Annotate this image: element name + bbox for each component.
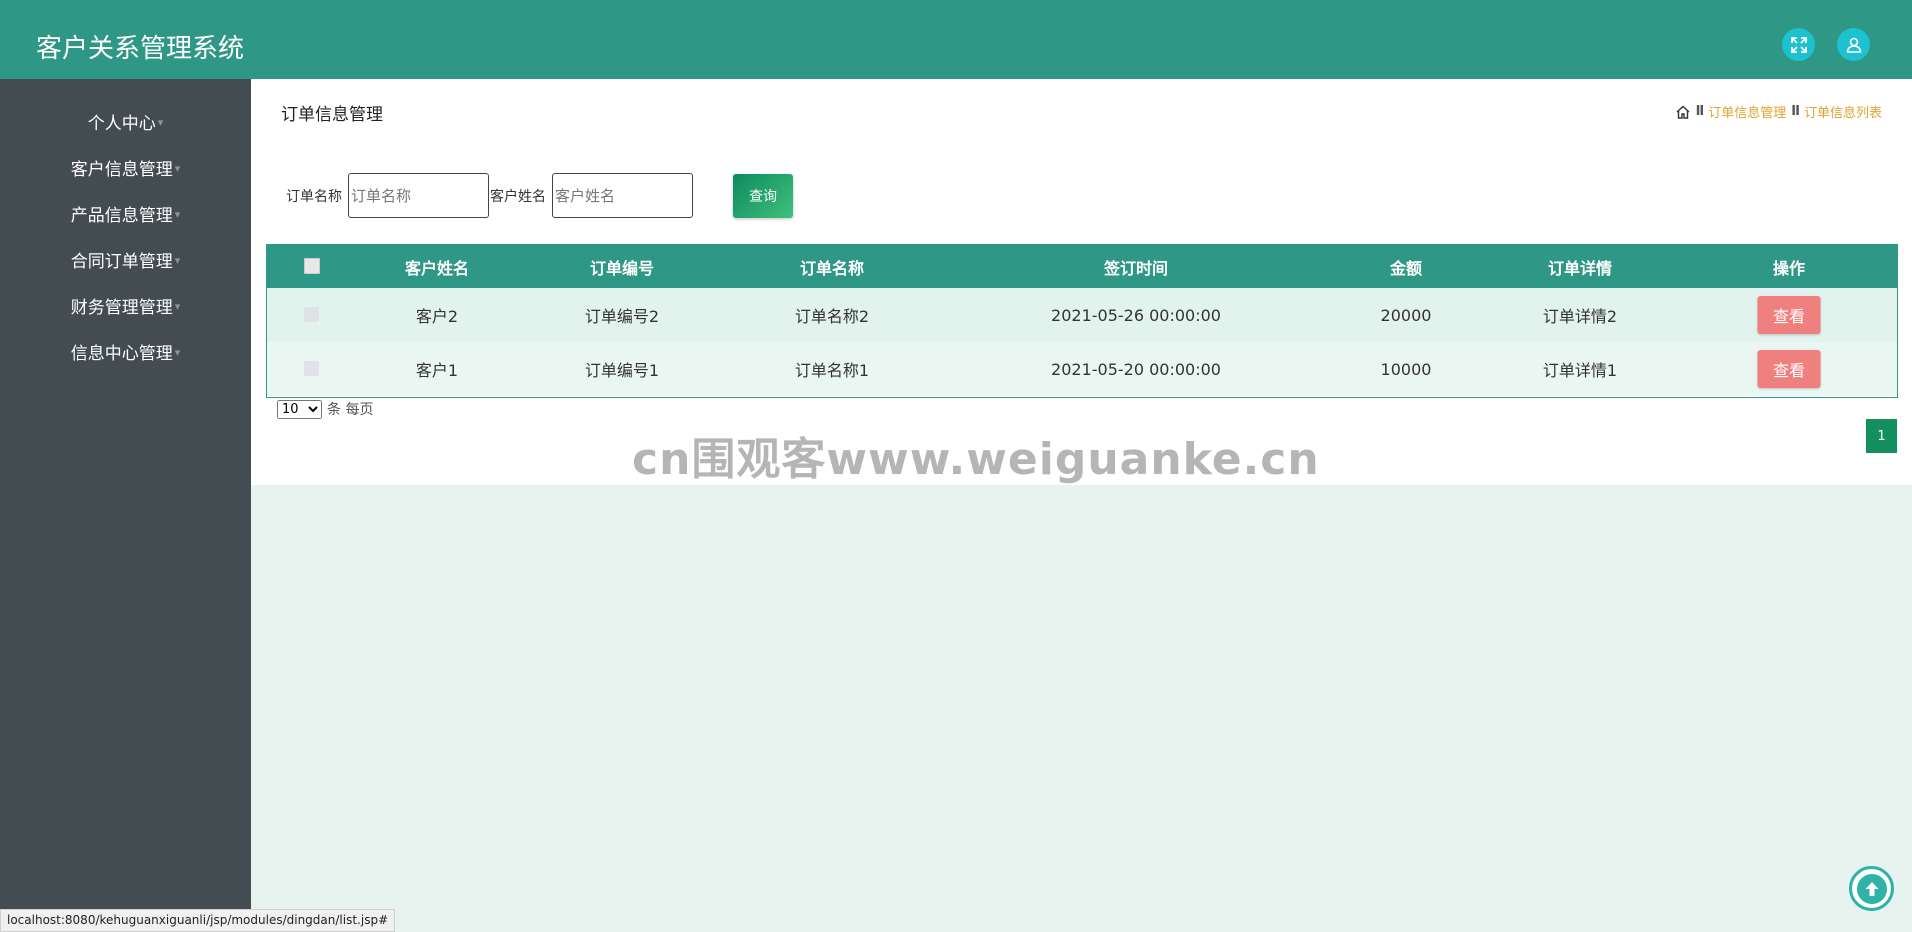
page-size-select[interactable]: 10 [277, 399, 322, 419]
column-header[interactable]: 订单详情 [1548, 245, 1612, 288]
sidebar-item-product-info[interactable]: 产品信息管理 ▾ [0, 198, 251, 228]
cell-customer: 客户1 [415, 361, 459, 380]
cell-order-name: 订单名称2 [794, 307, 870, 326]
column-header: 操作 [1772, 258, 1806, 278]
caret-down-icon: ▾ [174, 300, 181, 313]
cell-customer: 客户2 [415, 307, 459, 326]
breadcrumb-separator: II [1695, 104, 1705, 119]
cell-amount: 10000 [1380, 359, 1432, 379]
sidebar-item-label: 个人中心 [87, 113, 156, 134]
table-row: 客户2 订单编号2 订单名称2 2021-05-26 00:00:00 2000… [267, 288, 1897, 342]
arrow-up-icon [1856, 873, 1887, 904]
user-button[interactable] [1837, 28, 1870, 61]
cell-signed-at: 2021-05-20 00:00:00 [1051, 359, 1221, 379]
column-header[interactable]: 签订时间 [1104, 245, 1168, 288]
column-header[interactable]: 订单名称 [800, 245, 864, 288]
cell-amount: 20000 [1380, 305, 1432, 325]
breadcrumb: II 订单信息管理 II 订单信息列表 [1675, 102, 1882, 121]
cell-details: 订单详情1 [1542, 361, 1618, 380]
caret-down-icon: ▾ [174, 162, 181, 175]
customer-name-input[interactable] [552, 173, 693, 218]
sidebar-item-label: 信息中心管理 [70, 343, 173, 364]
caret-down-icon: ▾ [157, 116, 164, 129]
sidebar-item-finance[interactable]: 财务管理管理 ▾ [0, 290, 251, 320]
orders-table: 客户姓名 订单编号 订单名称 签订时间 金额 订单详情 操作 客户2 订单编号2… [266, 244, 1898, 398]
sidebar-item-label: 产品信息管理 [70, 205, 173, 226]
cell-signed-at: 2021-05-26 00:00:00 [1051, 305, 1221, 325]
breadcrumb-item[interactable]: 订单信息管理 [1708, 102, 1786, 121]
row-checkbox[interactable] [304, 361, 319, 376]
query-button[interactable]: 查询 [733, 174, 793, 218]
select-all-checkbox[interactable] [304, 258, 320, 274]
app-title: 客户关系管理系统 [36, 34, 245, 64]
fullscreen-button[interactable] [1782, 28, 1815, 61]
table-header: 客户姓名 订单编号 订单名称 签订时间 金额 订单详情 操作 [267, 245, 1897, 288]
cell-order-name: 订单名称1 [794, 361, 870, 380]
caret-down-icon: ▾ [174, 346, 181, 359]
sidebar-item-contract-orders[interactable]: 合同订单管理 ▾ [0, 244, 251, 274]
sidebar-item-customer-info[interactable]: 客户信息管理 ▾ [0, 152, 251, 182]
table-row: 客户1 订单编号1 订单名称1 2021-05-20 00:00:00 1000… [267, 342, 1897, 396]
view-button[interactable]: 查看 [1757, 296, 1821, 334]
sidebar: 个人中心 ▾ 客户信息管理 ▾ 产品信息管理 ▾ 合同订单管理 ▾ 财务管理管理… [0, 79, 251, 932]
breadcrumb-item[interactable]: 订单信息列表 [1804, 102, 1882, 121]
view-button[interactable]: 查看 [1757, 350, 1821, 388]
page-size-control: 10 条 每页 [277, 399, 373, 419]
back-to-top-button[interactable] [1849, 866, 1894, 911]
customer-name-label: 客户姓名 [490, 189, 546, 205]
home-icon[interactable] [1675, 104, 1691, 120]
watermark: cn围观客www.weiguanke.cn [632, 434, 1320, 485]
sidebar-item-info-center[interactable]: 信息中心管理 ▾ [0, 336, 251, 366]
sidebar-item-label: 客户信息管理 [70, 159, 173, 180]
page-number-button[interactable]: 1 [1866, 419, 1897, 453]
page-size-suffix: 条 每页 [327, 402, 374, 418]
status-bar-url: localhost:8080/kehuguanxiguanli/jsp/modu… [0, 909, 396, 932]
caret-down-icon: ▾ [174, 208, 181, 221]
caret-down-icon: ▾ [174, 254, 181, 267]
order-name-input[interactable] [348, 173, 489, 218]
row-checkbox[interactable] [304, 307, 319, 322]
page-title: 订单信息管理 [281, 105, 383, 125]
sidebar-item-label: 合同订单管理 [70, 251, 173, 272]
column-header[interactable]: 订单编号 [590, 245, 654, 288]
cell-order-no: 订单编号2 [584, 307, 660, 326]
cell-details: 订单详情2 [1542, 307, 1618, 326]
column-header[interactable]: 金额 [1390, 245, 1422, 288]
expand-icon [1790, 36, 1807, 53]
top-header: 客户关系管理系统 [0, 0, 1912, 79]
sidebar-item-personal-center[interactable]: 个人中心 ▾ [0, 106, 251, 136]
column-header[interactable]: 客户姓名 [405, 245, 469, 288]
sidebar-item-label: 财务管理管理 [70, 297, 173, 318]
breadcrumb-separator: II [1791, 104, 1800, 119]
order-name-label: 订单名称 [286, 189, 342, 205]
cell-order-no: 订单编号1 [584, 361, 660, 380]
user-icon [1846, 37, 1861, 53]
